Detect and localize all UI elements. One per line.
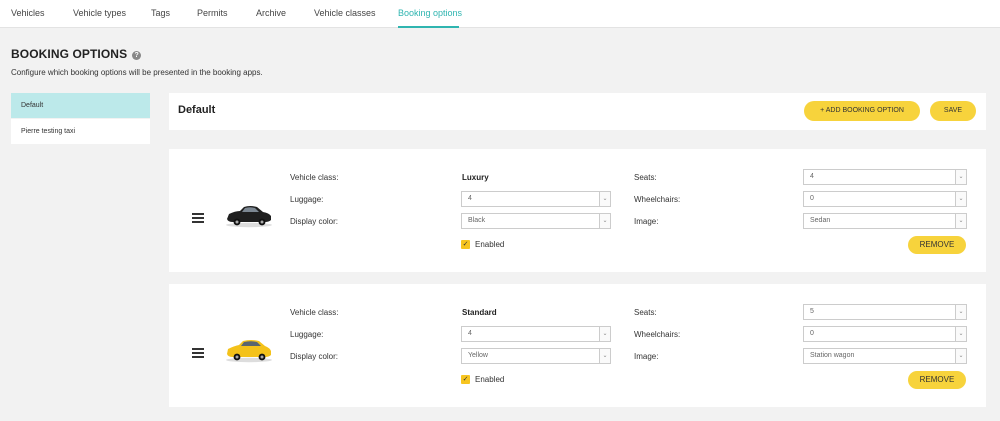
wheelchairs-select[interactable]: 0 ⌄ [803, 326, 967, 342]
seats-value: 4 [810, 173, 814, 180]
luggage-select[interactable]: 4 ⌄ [461, 191, 611, 207]
vehicle-class-label: Vehicle class: [290, 308, 339, 317]
chevron-down-icon: ⌄ [955, 214, 966, 228]
luggage-label: Luggage: [290, 330, 324, 339]
display-color-value: Yellow [468, 352, 488, 359]
chevron-down-icon: ⌄ [599, 214, 610, 228]
remove-button[interactable]: REMOVE [908, 371, 966, 389]
wheelchairs-value: 0 [810, 195, 814, 202]
page-title-text: BOOKING OPTIONS [11, 47, 128, 61]
seats-label: Seats: [634, 308, 657, 317]
chevron-down-icon: ⌄ [599, 327, 610, 341]
sidebar-item-pierre-testing-taxi[interactable]: Pierre testing taxi [11, 119, 150, 144]
drag-handle-icon[interactable] [192, 348, 204, 358]
tab-archive[interactable]: Archive [256, 0, 286, 28]
image-select[interactable]: Sedan ⌄ [803, 213, 967, 229]
vehicle-class-label: Vehicle class: [290, 173, 339, 182]
add-booking-option-button[interactable]: + ADD BOOKING OPTION [804, 101, 920, 121]
enabled-label: Enabled [475, 240, 505, 249]
enabled-checkbox[interactable]: ✓ [461, 375, 470, 384]
luggage-label: Luggage: [290, 195, 324, 204]
image-label: Image: [634, 217, 659, 226]
display-color-value: Black [468, 217, 486, 224]
image-value: Station wagon [810, 352, 855, 359]
image-value: Sedan [810, 217, 831, 224]
luggage-value: 4 [468, 195, 472, 202]
booking-set-title: Default [178, 104, 216, 116]
seats-select[interactable]: 4 ⌄ [803, 169, 967, 185]
booking-option-card: Vehicle class: Luggage: Display color: S… [169, 284, 986, 407]
tab-booking-options[interactable]: Booking options [398, 0, 462, 28]
chevron-down-icon: ⌄ [955, 327, 966, 341]
chevron-down-icon: ⌄ [955, 192, 966, 206]
chevron-down-icon: ⌄ [599, 192, 610, 206]
help-icon[interactable]: ? [132, 51, 142, 60]
chevron-down-icon: ⌄ [955, 170, 966, 184]
luggage-select[interactable]: 4 ⌄ [461, 326, 611, 342]
chevron-down-icon: ⌄ [599, 349, 610, 363]
tab-vehicle-classes[interactable]: Vehicle classes [314, 0, 376, 28]
top-nav: Vehicles Vehicle types Tags Permits Arch… [0, 0, 1000, 28]
vehicle-class-value: Standard [462, 308, 497, 317]
display-color-select[interactable]: Yellow ⌄ [461, 348, 611, 364]
luggage-value: 4 [468, 330, 472, 337]
chevron-down-icon: ⌄ [955, 349, 966, 363]
tab-tags[interactable]: Tags [151, 0, 170, 28]
wheelchairs-value: 0 [810, 330, 814, 337]
page-subtitle: Configure which booking options will be … [11, 68, 263, 77]
tab-permits[interactable]: Permits [197, 0, 228, 28]
car-icon [226, 340, 272, 363]
display-color-label: Display color: [290, 217, 339, 226]
display-color-select[interactable]: Black ⌄ [461, 213, 611, 229]
save-button[interactable]: SAVE [930, 101, 976, 121]
drag-handle-icon[interactable] [192, 213, 204, 223]
seats-value: 5 [810, 308, 814, 315]
display-color-label: Display color: [290, 352, 339, 361]
page-title: BOOKING OPTIONS? [11, 47, 142, 61]
seats-select[interactable]: 5 ⌄ [803, 304, 967, 320]
car-icon [226, 206, 272, 228]
booking-option-card: Vehicle class: Luggage: Display color: L… [169, 149, 986, 272]
enabled-label: Enabled [475, 375, 505, 384]
tab-vehicle-types[interactable]: Vehicle types [73, 0, 126, 28]
wheelchairs-label: Wheelchairs: [634, 195, 681, 204]
vehicle-class-value: Luxury [462, 173, 489, 182]
sidebar-item-default[interactable]: Default [11, 93, 150, 118]
image-label: Image: [634, 352, 659, 361]
remove-button[interactable]: REMOVE [908, 236, 966, 254]
enabled-checkbox[interactable]: ✓ [461, 240, 470, 249]
wheelchairs-label: Wheelchairs: [634, 330, 681, 339]
image-select[interactable]: Station wagon ⌄ [803, 348, 967, 364]
tab-vehicles[interactable]: Vehicles [11, 0, 45, 28]
chevron-down-icon: ⌄ [955, 305, 966, 319]
seats-label: Seats: [634, 173, 657, 182]
wheelchairs-select[interactable]: 0 ⌄ [803, 191, 967, 207]
booking-set-header: Default + ADD BOOKING OPTION SAVE [169, 93, 986, 130]
